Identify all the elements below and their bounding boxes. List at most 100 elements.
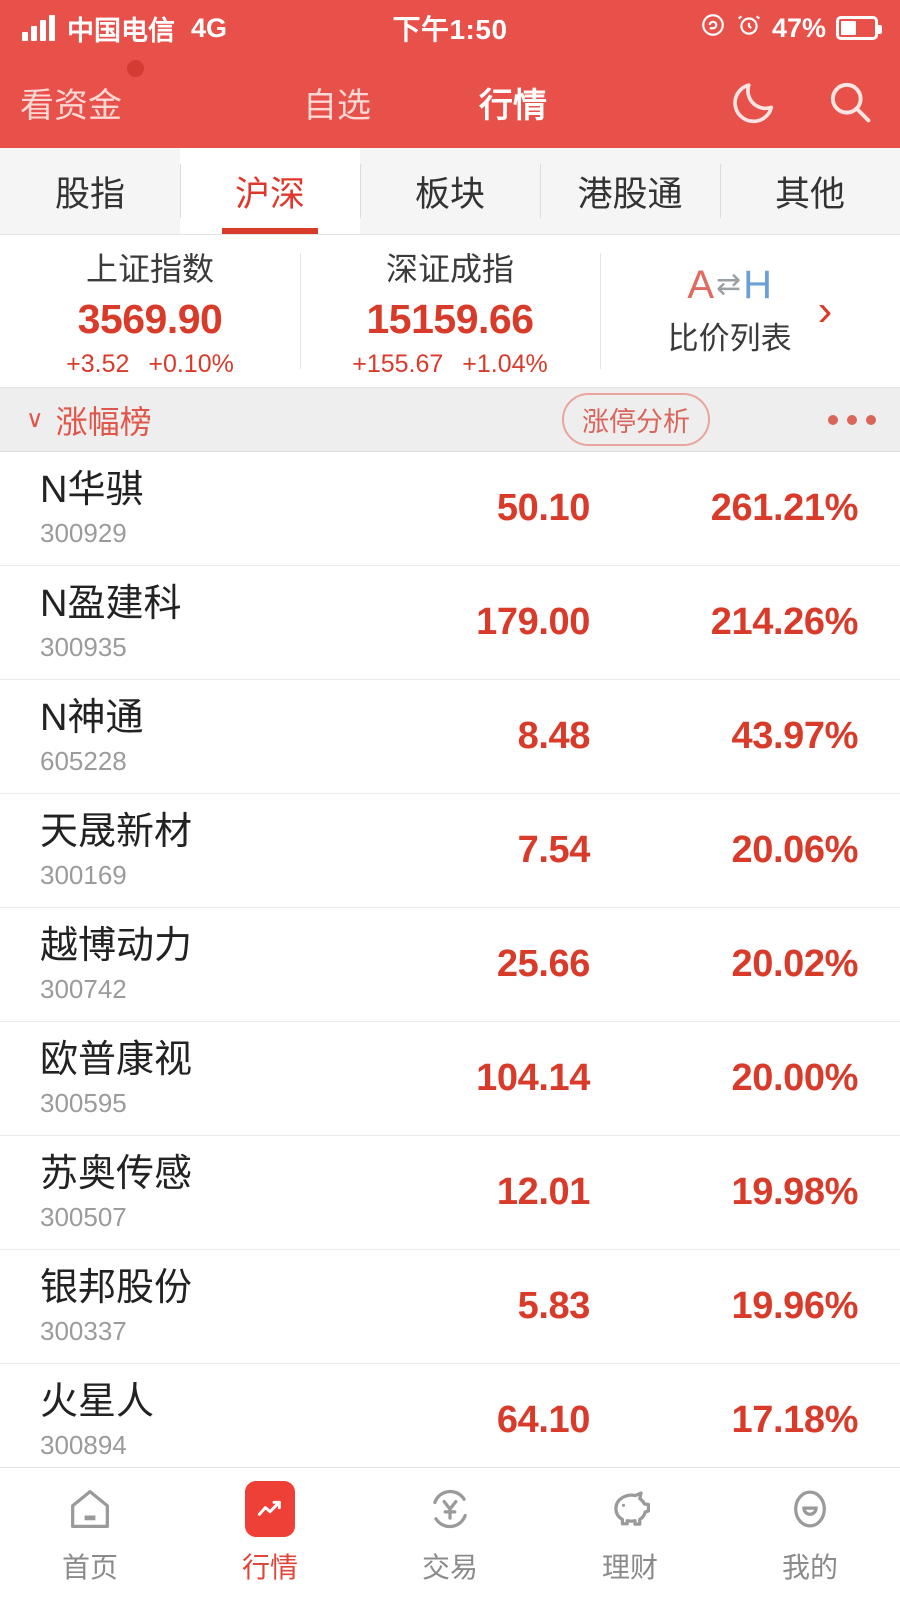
index-name: 上证指数 xyxy=(85,250,214,287)
more-horizontal-icon[interactable] xyxy=(828,414,876,425)
header-market-tab[interactable]: 行情 xyxy=(479,78,547,127)
stock-price: 5.83 xyxy=(517,1285,591,1327)
stock-identity: 天晟新材 300169 xyxy=(40,812,340,890)
nav-item-trade[interactable]: 交易 xyxy=(360,1482,540,1586)
index-change: +155.67 xyxy=(352,349,444,378)
stock-identity: 苏奥传感 300507 xyxy=(40,1153,340,1232)
tab-bankuai[interactable]: 板块 xyxy=(360,148,540,234)
stock-price: 8.48 xyxy=(517,715,591,757)
table-row[interactable]: 欧普康视 300595 104.14 20.00% xyxy=(0,1022,900,1136)
chevron-down-icon: ∨ xyxy=(26,406,44,433)
nav-label: 我的 xyxy=(781,1552,838,1583)
index-delta: +3.52 +0.10% xyxy=(66,350,234,379)
alarm-clock-icon xyxy=(736,12,762,45)
battery-percent-label: 47% xyxy=(771,12,827,43)
stock-code: 300337 xyxy=(40,1315,127,1346)
tab-ganggutong[interactable]: 港股通 xyxy=(540,148,720,234)
stock-price: 25.66 xyxy=(496,943,590,985)
ah-compare-inner: A ⇄ H 比价列表 xyxy=(668,265,792,358)
ah-compare-entry[interactable]: A ⇄ H 比价列表 › xyxy=(600,235,900,387)
stock-change-percent: 19.98% xyxy=(731,1171,859,1213)
nav-item-home[interactable]: 首页 xyxy=(0,1482,180,1586)
market-chart-icon xyxy=(243,1481,297,1537)
stock-code: 300894 xyxy=(40,1429,127,1460)
header-watchlist-tab[interactable]: 自选 xyxy=(303,78,371,127)
table-row[interactable]: N盈建科 300935 179.00 214.26% xyxy=(0,566,900,680)
index-delta: +155.67 +1.04% xyxy=(352,350,548,379)
nav-item-profile[interactable]: 我的 xyxy=(720,1482,900,1586)
header-fund-button[interactable]: 看资金 xyxy=(20,59,144,127)
ah-letter-h: H xyxy=(743,262,773,307)
battery-icon xyxy=(836,16,883,40)
stock-change-percent: 261.21% xyxy=(710,487,859,529)
nav-label: 首页 xyxy=(61,1552,118,1583)
stock-code: 605228 xyxy=(40,745,127,776)
stock-change-percent: 20.02% xyxy=(731,943,859,985)
table-row[interactable]: N神通 605228 8.48 43.97% xyxy=(0,680,900,794)
ranking-title-button[interactable]: ∨ 涨幅榜 xyxy=(26,397,152,443)
nav-item-market[interactable]: 行情 xyxy=(180,1481,360,1586)
stock-identity: N盈建科 300935 xyxy=(40,583,340,662)
table-row[interactable]: N华骐 300929 50.10 261.21% xyxy=(0,452,900,566)
index-card-shanghai[interactable]: 上证指数 3569.90 +3.52 +0.10% xyxy=(0,235,300,387)
stock-code: 300935 xyxy=(40,631,127,662)
chevron-right-icon: › xyxy=(817,286,833,335)
nav-item-wealth[interactable]: 理财 xyxy=(540,1482,720,1586)
stock-code: 300507 xyxy=(40,1201,127,1232)
index-card-shenzhen[interactable]: 深证成指 15159.66 +155.67 +1.04% xyxy=(300,235,600,387)
table-row[interactable]: 越博动力 300742 25.66 20.02% xyxy=(0,908,900,1022)
header-fund-label: 看资金 xyxy=(20,86,122,125)
swap-arrow-icon: ⇄ xyxy=(716,267,742,301)
stock-price: 7.54 xyxy=(517,829,591,871)
table-row[interactable]: 银邦股份 300337 5.83 19.96% xyxy=(0,1250,900,1364)
stock-code: 300929 xyxy=(40,517,127,548)
index-value: 15159.66 xyxy=(366,295,534,342)
ranking-title-label: 涨幅榜 xyxy=(55,403,152,440)
stock-name: N盈建科 xyxy=(40,583,182,626)
app-header: 看资金 自选 行情 xyxy=(0,56,900,148)
stock-identity: 欧普康视 300595 xyxy=(40,1040,340,1118)
index-change: +3.52 xyxy=(66,349,130,378)
index-summary-row: 上证指数 3569.90 +3.52 +0.10% 深证成指 15159.66 … xyxy=(0,235,900,388)
stock-name: 越博动力 xyxy=(40,925,193,968)
nav-label: 行情 xyxy=(241,1552,298,1583)
screen-rotation-lock-icon xyxy=(700,12,726,45)
search-icon[interactable] xyxy=(824,76,876,128)
stock-code: 300742 xyxy=(40,973,127,1004)
table-row[interactable]: 火星人 300894 64.10 17.18% xyxy=(0,1364,900,1467)
index-name: 深证成指 xyxy=(385,250,514,287)
index-value: 3569.90 xyxy=(77,295,223,342)
bottom-navigation-bar: 首页 行情 交易 理财 我的 xyxy=(0,1467,900,1600)
stock-price: 64.10 xyxy=(496,1399,590,1441)
category-tab-bar: 股指 沪深 板块 港股通 其他 xyxy=(0,148,900,235)
stock-price: 12.01 xyxy=(496,1171,590,1213)
stock-identity: N神通 605228 xyxy=(40,698,340,776)
stock-identity: 银邦股份 300337 xyxy=(40,1268,340,1346)
limit-up-analysis-button[interactable]: 涨停分析 xyxy=(562,393,710,446)
table-row[interactable]: 苏奥传感 300507 12.01 19.98% xyxy=(0,1136,900,1250)
status-bar-right: 47% xyxy=(508,12,883,45)
nav-label: 交易 xyxy=(421,1552,478,1583)
status-bar: 中国电信 4G 下午1:50 47% xyxy=(0,0,900,56)
header-icon-group xyxy=(728,76,876,128)
stock-code: 300169 xyxy=(40,859,127,890)
moon-icon[interactable] xyxy=(728,76,780,128)
stock-change-percent: 19.96% xyxy=(731,1285,859,1327)
ah-compare-label: 比价列表 xyxy=(667,320,792,356)
stock-code: 300595 xyxy=(40,1087,127,1118)
stock-ranking-list[interactable]: N华骐 300929 50.10 261.21% N盈建科 300935 179… xyxy=(0,452,900,1467)
stock-name: 苏奥传感 xyxy=(40,1153,193,1196)
ah-compare-icon: A ⇄ H xyxy=(687,265,772,305)
network-type-label: 4G xyxy=(191,12,228,43)
stock-identity: N华骐 300929 xyxy=(40,469,340,548)
signal-bars-icon xyxy=(22,15,55,41)
table-row[interactable]: 天晟新材 300169 7.54 20.06% xyxy=(0,794,900,908)
ah-letter-a: A xyxy=(687,262,714,307)
tab-qita[interactable]: 其他 xyxy=(720,148,900,234)
nav-label: 理财 xyxy=(601,1552,658,1583)
piggy-bank-icon xyxy=(603,1482,657,1536)
tab-gushi[interactable]: 股指 xyxy=(0,148,180,234)
home-icon xyxy=(63,1482,117,1536)
tab-hushen[interactable]: 沪深 xyxy=(180,148,360,234)
stock-name: N华骐 xyxy=(40,469,144,512)
